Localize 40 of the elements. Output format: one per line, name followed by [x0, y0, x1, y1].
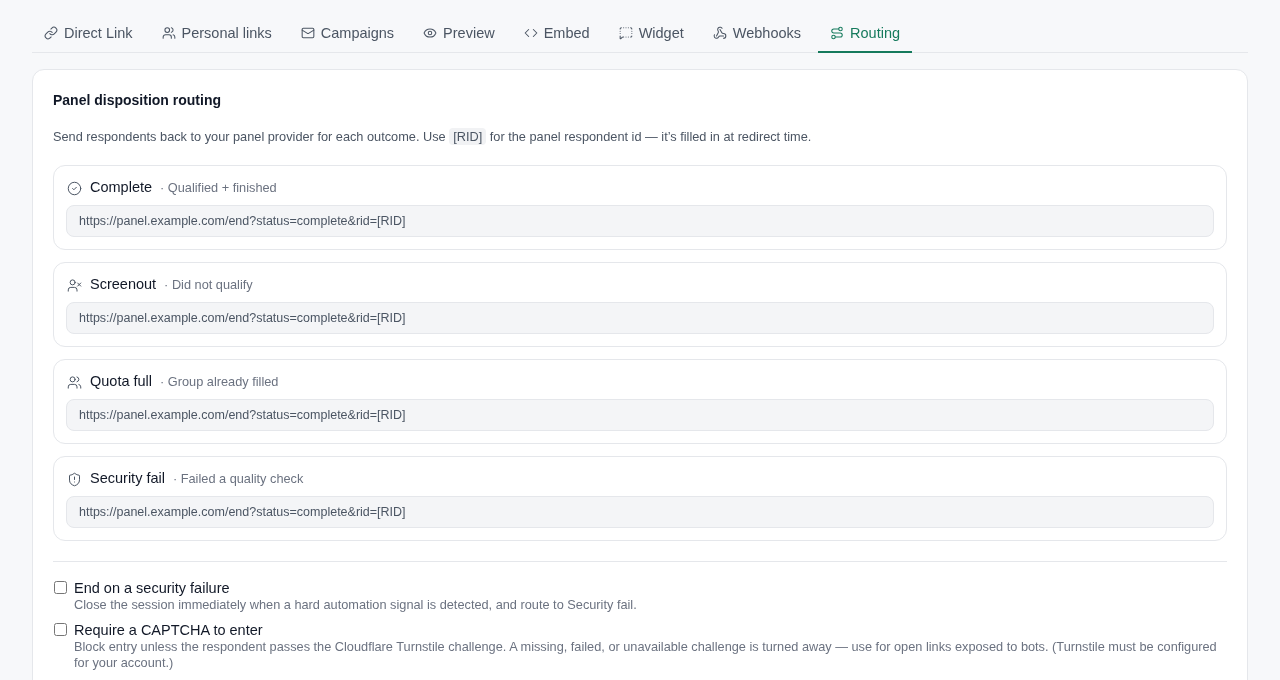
tab[interactable]: Personal links — [149, 14, 284, 53]
dashed-chat-icon — [618, 26, 633, 40]
route-icon — [830, 26, 845, 40]
people-icon — [67, 374, 82, 390]
section-description: Send respondents back to your panel provider for each outcome. Use [RID] for the panel respondent id — it’s filled in at redirect time. — [53, 128, 813, 146]
webhook-icon — [712, 26, 727, 40]
eye-icon — [423, 26, 438, 40]
tab[interactable]: Preview — [411, 14, 507, 53]
check-circle-icon — [67, 180, 82, 196]
outcome-note: · Failed a quality check — [172, 470, 304, 489]
url-field[interactable]: https://panel.example.com/end?status=complete&rid=[RID] — [66, 399, 1214, 431]
section-title: Panel disposition routing — [53, 91, 222, 110]
url-field[interactable]: https://panel.example.com/end?status=complete&rid=[RID] — [66, 496, 1214, 528]
shield-alert-icon — [67, 471, 82, 487]
checkbox[interactable] — [54, 623, 67, 636]
tab[interactable]: Routing — [818, 14, 912, 53]
checkbox[interactable] — [54, 581, 67, 594]
option-label: End on a security failure — [74, 579, 231, 597]
outcome-note: · Did not qualify — [164, 276, 253, 295]
url-field[interactable]: https://panel.example.com/end?status=complete&rid=[RID] — [66, 302, 1214, 334]
outcome-note: · Qualified + finished — [160, 179, 277, 198]
tab[interactable]: Webhooks — [700, 14, 814, 53]
option-description: Close the session immediately when a hard automation signal is detected, and route to Security fail. — [74, 597, 637, 613]
outcome-title: Quota full — [90, 372, 153, 392]
outcome-note: · Group already filled — [160, 373, 279, 392]
option-label: Require a CAPTCHA to enter — [74, 621, 264, 639]
outcome-title: Security fail — [90, 469, 165, 489]
tab[interactable]: Widget — [606, 14, 696, 53]
people-icon — [161, 26, 176, 40]
option-description: Block entry unless the respondent passes the Cloudflare Turnstile challenge. A missing, failed, or unavailable challenge is turned away — use for open links exposed to bots. (Turnstile must be configured for your account.) — [74, 639, 1218, 671]
user-x-icon — [67, 277, 82, 293]
envelope-icon — [300, 26, 315, 40]
url-field[interactable]: https://panel.example.com/end?status=complete&rid=[RID] — [66, 205, 1214, 237]
link-icon — [44, 26, 58, 40]
tab[interactable]: Direct Link — [32, 14, 145, 53]
outcome-title: Screenout — [90, 275, 157, 295]
outcome-title: Complete — [90, 178, 153, 198]
code-icon — [523, 26, 538, 40]
tab[interactable]: Embed — [511, 14, 602, 53]
tab[interactable]: Campaigns — [288, 14, 407, 53]
